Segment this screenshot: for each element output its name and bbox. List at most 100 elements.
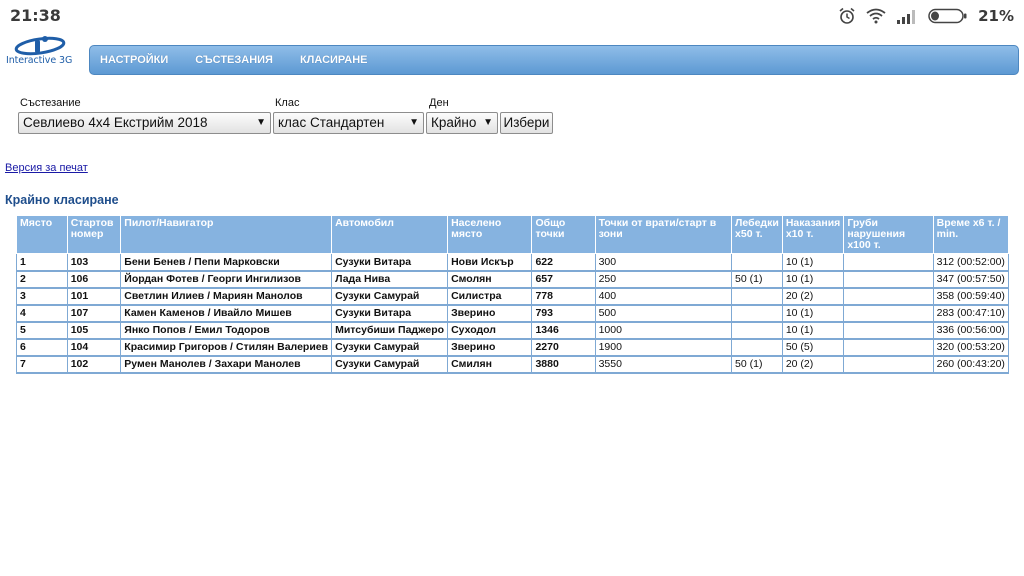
cell-car: Сузуки Самурай — [331, 338, 449, 356]
cell-gate-points: 1900 — [594, 338, 733, 356]
cell-total-points: 793 — [531, 304, 596, 322]
alarm-icon — [839, 7, 855, 24]
wifi-icon — [866, 8, 886, 24]
table-row: 6 104 Красимир Григоров / Стилян Валериев С… — [16, 338, 1010, 356]
cell-start-number: 105 — [66, 321, 122, 339]
cell-town: Нови Искър — [447, 253, 533, 271]
cell-car: Сузуки Витара — [331, 304, 449, 322]
cell-winches: 50 (1) — [731, 270, 783, 288]
col-header-time: Време x6 т. / min. — [932, 215, 1010, 254]
cell-total-points: 657 — [531, 270, 596, 288]
cell-penalties: 10 (1) — [781, 270, 845, 288]
table-row: 2 106 Йордан Фотев / Георги Ингилизов Лада … — [16, 270, 1010, 288]
cell-penalties: 10 (1) — [781, 304, 845, 322]
col-header-town: Населено място — [447, 215, 533, 254]
cell-place: 4 — [16, 304, 68, 322]
nav-rankings[interactable]: КЛАСИРАНЕ — [300, 54, 368, 66]
cell-winches — [731, 321, 783, 339]
cell-violations — [843, 270, 934, 288]
cell-place: 6 — [16, 338, 68, 356]
cell-car: Лада Нива — [331, 270, 449, 288]
nav-competitions[interactable]: СЪСТЕЗАНИЯ — [195, 54, 273, 66]
cell-start-number: 101 — [66, 287, 122, 305]
cell-penalties: 20 (2) — [781, 287, 845, 305]
table-row: 3 101 Светлин Илиев / Мариян Манолов Сузуки… — [16, 287, 1010, 305]
logo-text: Interactive 3G — [6, 55, 73, 66]
main-navbar: НАСТРОЙКИ СЪСТЕЗАНИЯ КЛАСИРАНЕ — [89, 45, 1019, 75]
cell-pilot-navigator: Румен Манолев / Захари Манолев — [120, 355, 333, 373]
cell-car: Митсубиши Паджеро — [331, 321, 449, 339]
results-table-body: 1 103 Бени Бенев / Пепи Марковски Сузуки Ви… — [16, 253, 1010, 373]
col-header-start-number: Стартов номер — [66, 215, 122, 254]
print-version-link[interactable]: Версия за печат — [5, 162, 88, 174]
battery-icon — [928, 8, 967, 24]
cell-place: 3 — [16, 287, 68, 305]
nav-settings[interactable]: НАСТРОЙКИ — [100, 54, 168, 66]
cell-violations — [843, 304, 934, 322]
cell-winches — [731, 253, 783, 271]
cell-winches — [731, 304, 783, 322]
cell-pilot-navigator: Янко Попов / Емил Тодоров — [120, 321, 333, 339]
cell-pilot-navigator: Камен Каменов / Ивайло Мишев — [120, 304, 333, 322]
cell-place: 2 — [16, 270, 68, 288]
cell-winches — [731, 287, 783, 305]
cell-start-number: 102 — [66, 355, 122, 373]
day-select-value: Крайно — [431, 115, 477, 130]
cell-violations — [843, 287, 934, 305]
cell-start-number: 107 — [66, 304, 122, 322]
cell-time: 347 (00:57:50) — [932, 270, 1010, 288]
cell-violations — [843, 338, 934, 356]
cell-town: Смолян — [447, 270, 533, 288]
status-time: 21:38 — [10, 6, 61, 25]
cell-penalties: 10 (1) — [781, 253, 845, 271]
cell-gate-points: 1000 — [594, 321, 733, 339]
cell-town: Зверино — [447, 338, 533, 356]
cell-violations — [843, 355, 934, 373]
cell-pilot-navigator: Йордан Фотев / Георги Ингилизов — [120, 270, 333, 288]
dropdown-arrow-icon: ▼ — [256, 117, 266, 128]
competition-select[interactable]: Севлиево 4x4 Екстрийм 2018 ▼ — [18, 112, 271, 134]
day-select[interactable]: Крайно ▼ — [426, 112, 498, 134]
cell-start-number: 103 — [66, 253, 122, 271]
cell-start-number: 104 — [66, 338, 122, 356]
cell-pilot-navigator: Красимир Григоров / Стилян Валериев — [120, 338, 333, 356]
class-label: Клас — [275, 97, 300, 109]
cell-time: 320 (00:53:20) — [932, 338, 1010, 356]
cell-gate-points: 300 — [594, 253, 733, 271]
cell-gate-points: 400 — [594, 287, 733, 305]
dropdown-arrow-icon: ▼ — [409, 117, 419, 128]
cell-pilot-navigator: Бени Бенев / Пепи Марковски — [120, 253, 333, 271]
logo-emblem — [14, 36, 66, 56]
cell-car: Сузуки Самурай — [331, 287, 449, 305]
cell-start-number: 106 — [66, 270, 122, 288]
status-bar: 21:38 21% — [0, 0, 1024, 32]
col-header-winches: Лебедки x50 т. — [731, 215, 783, 254]
cell-winches — [731, 338, 783, 356]
col-header-penalties: Наказания x10 т. — [781, 215, 845, 254]
cell-total-points: 778 — [531, 287, 596, 305]
table-row: 5 105 Янко Попов / Емил Тодоров Митсубиши П… — [16, 321, 1010, 339]
cell-winches: 50 (1) — [731, 355, 783, 373]
signal-icon — [897, 10, 916, 24]
col-header-total-points: Общо точки — [531, 215, 596, 254]
select-button[interactable]: Избери — [500, 112, 553, 134]
cell-total-points: 2270 — [531, 338, 596, 356]
competition-label: Състезание — [20, 97, 81, 109]
table-row: 1 103 Бени Бенев / Пепи Марковски Сузуки Ви… — [16, 253, 1010, 271]
cell-total-points: 622 — [531, 253, 596, 271]
cell-time: 283 (00:47:10) — [932, 304, 1010, 322]
cell-total-points: 1346 — [531, 321, 596, 339]
table-header-row: Място Стартов номер Пилот/Навигатор Авто… — [16, 215, 1010, 254]
cell-gate-points: 250 — [594, 270, 733, 288]
cell-town: Силистра — [447, 287, 533, 305]
cell-gate-points: 3550 — [594, 355, 733, 373]
cell-car: Сузуки Самурай — [331, 355, 449, 373]
site-logo[interactable]: Interactive 3G — [6, 34, 76, 68]
cell-town: Зверино — [447, 304, 533, 322]
cell-total-points: 3880 — [531, 355, 596, 373]
cell-violations — [843, 321, 934, 339]
class-select[interactable]: клас Стандартен ▼ — [273, 112, 424, 134]
results-table: Място Стартов номер Пилот/Навигатор Авто… — [16, 215, 1010, 374]
battery-percent: 21% — [978, 7, 1014, 25]
cell-time: 260 (00:43:20) — [932, 355, 1010, 373]
